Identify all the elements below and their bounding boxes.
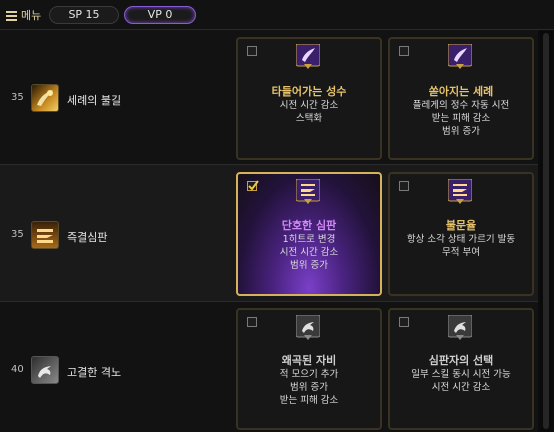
option-checkbox[interactable] [247,180,259,191]
skill-row-2: 35 즉결심판 단호한 심판 1히트로 변경 시전 시간 감소 범위 증가 불문… [0,165,538,301]
rune-2-icon [447,43,473,70]
option-desc-line: 시전 시간 감소 [279,247,339,258]
tripod-option-card[interactable]: 불문율 항상 소각 상태 가르기 발동 무적 부여 [388,172,534,296]
option-desc-line: 스택화 [295,113,323,124]
tripod-option-card[interactable]: 왜곡된 자비 적 모으기 추가 범위 증가 받는 피해 감소 [236,308,382,430]
option-checkbox[interactable] [399,181,409,191]
option-desc-line: 받는 피해 감소 [279,395,339,406]
hamburger-icon [6,10,17,21]
menu-button[interactable]: 메뉴 [6,7,41,23]
option-desc-line: 무적 부여 [442,247,480,258]
option-title: 단호한 심판 [281,219,337,232]
rune-1-icon [295,43,321,70]
option-title: 왜곡된 자비 [281,354,337,367]
skill-row-3: 40 고결한 격노 왜곡된 자비 적 모으기 추가 범위 증가 받는 피해 감소 [0,302,538,432]
skill-row-1: 35 세례의 불길 타들어가는 성수 시전 시간 감소 스택화 쏟아지는 세례 … [0,30,538,164]
option-checkbox[interactable] [247,46,257,56]
tripod-option-card[interactable]: 쏟아지는 세례 플레게의 정수 자동 시전 받는 피해 감소 범위 증가 [388,37,534,160]
option-desc-line: 항상 소각 상태 가르기 발동 [406,234,516,245]
scrollbar[interactable] [540,31,552,432]
skill-level: 35 [11,92,24,103]
skill-name: 세례의 불길 [67,94,122,107]
skill-level: 40 [11,364,24,375]
option-desc-line: 플레게의 정수 자동 시전 [412,100,510,111]
tripod-option-card[interactable]: 타들어가는 성수 시전 시간 감소 스택화 [236,37,382,160]
rune-1-icon [295,178,321,205]
option-title: 타들어가는 성수 [271,85,347,98]
option-desc-line: 받는 피해 감소 [431,113,491,124]
option-desc-line: 시전 시간 감소 [279,100,339,111]
option-desc-line: 적 모으기 추가 [279,369,339,380]
top-bar: 메뉴 SP 15 VP 0 [0,0,554,30]
sp-counter: SP 15 [49,6,119,24]
option-desc-line: 범위 증가 [290,260,328,271]
tripod-option-card[interactable]: 심판자의 선택 일부 스킬 동시 시전 가능 시전 시간 감소 [388,308,534,430]
option-title: 심판자의 선택 [428,354,494,367]
rune-2-icon [447,178,473,205]
skill-name: 즉결심판 [67,231,108,244]
rune-1-icon [295,314,321,341]
option-checkbox[interactable] [399,317,409,327]
option-checkbox[interactable] [247,317,257,327]
option-desc-line: 범위 증가 [290,382,328,393]
skill-level: 35 [11,229,24,240]
check-icon [248,180,259,191]
option-checkbox[interactable] [399,46,409,56]
vp-counter: VP 0 [124,6,196,24]
option-desc-line: 1히트로 변경 [282,234,336,245]
flame-baptism-icon [31,84,59,112]
option-desc-line: 범위 증가 [442,126,480,137]
judgement-icon [31,221,59,249]
option-title: 쏟아지는 세례 [428,85,494,98]
skill-name: 고결한 격노 [67,366,122,379]
option-desc-line: 시전 시간 감소 [431,382,491,393]
rune-2-icon [447,314,473,341]
option-title: 불문율 [445,219,477,232]
scrollbar-thumb[interactable] [543,33,549,429]
tripod-option-card[interactable]: 단호한 심판 1히트로 변경 시전 시간 감소 범위 증가 [236,172,382,296]
menu-label: 메뉴 [21,9,42,22]
noble-fury-icon [31,356,59,384]
option-desc-line: 일부 스킬 동시 시전 가능 [411,369,511,380]
